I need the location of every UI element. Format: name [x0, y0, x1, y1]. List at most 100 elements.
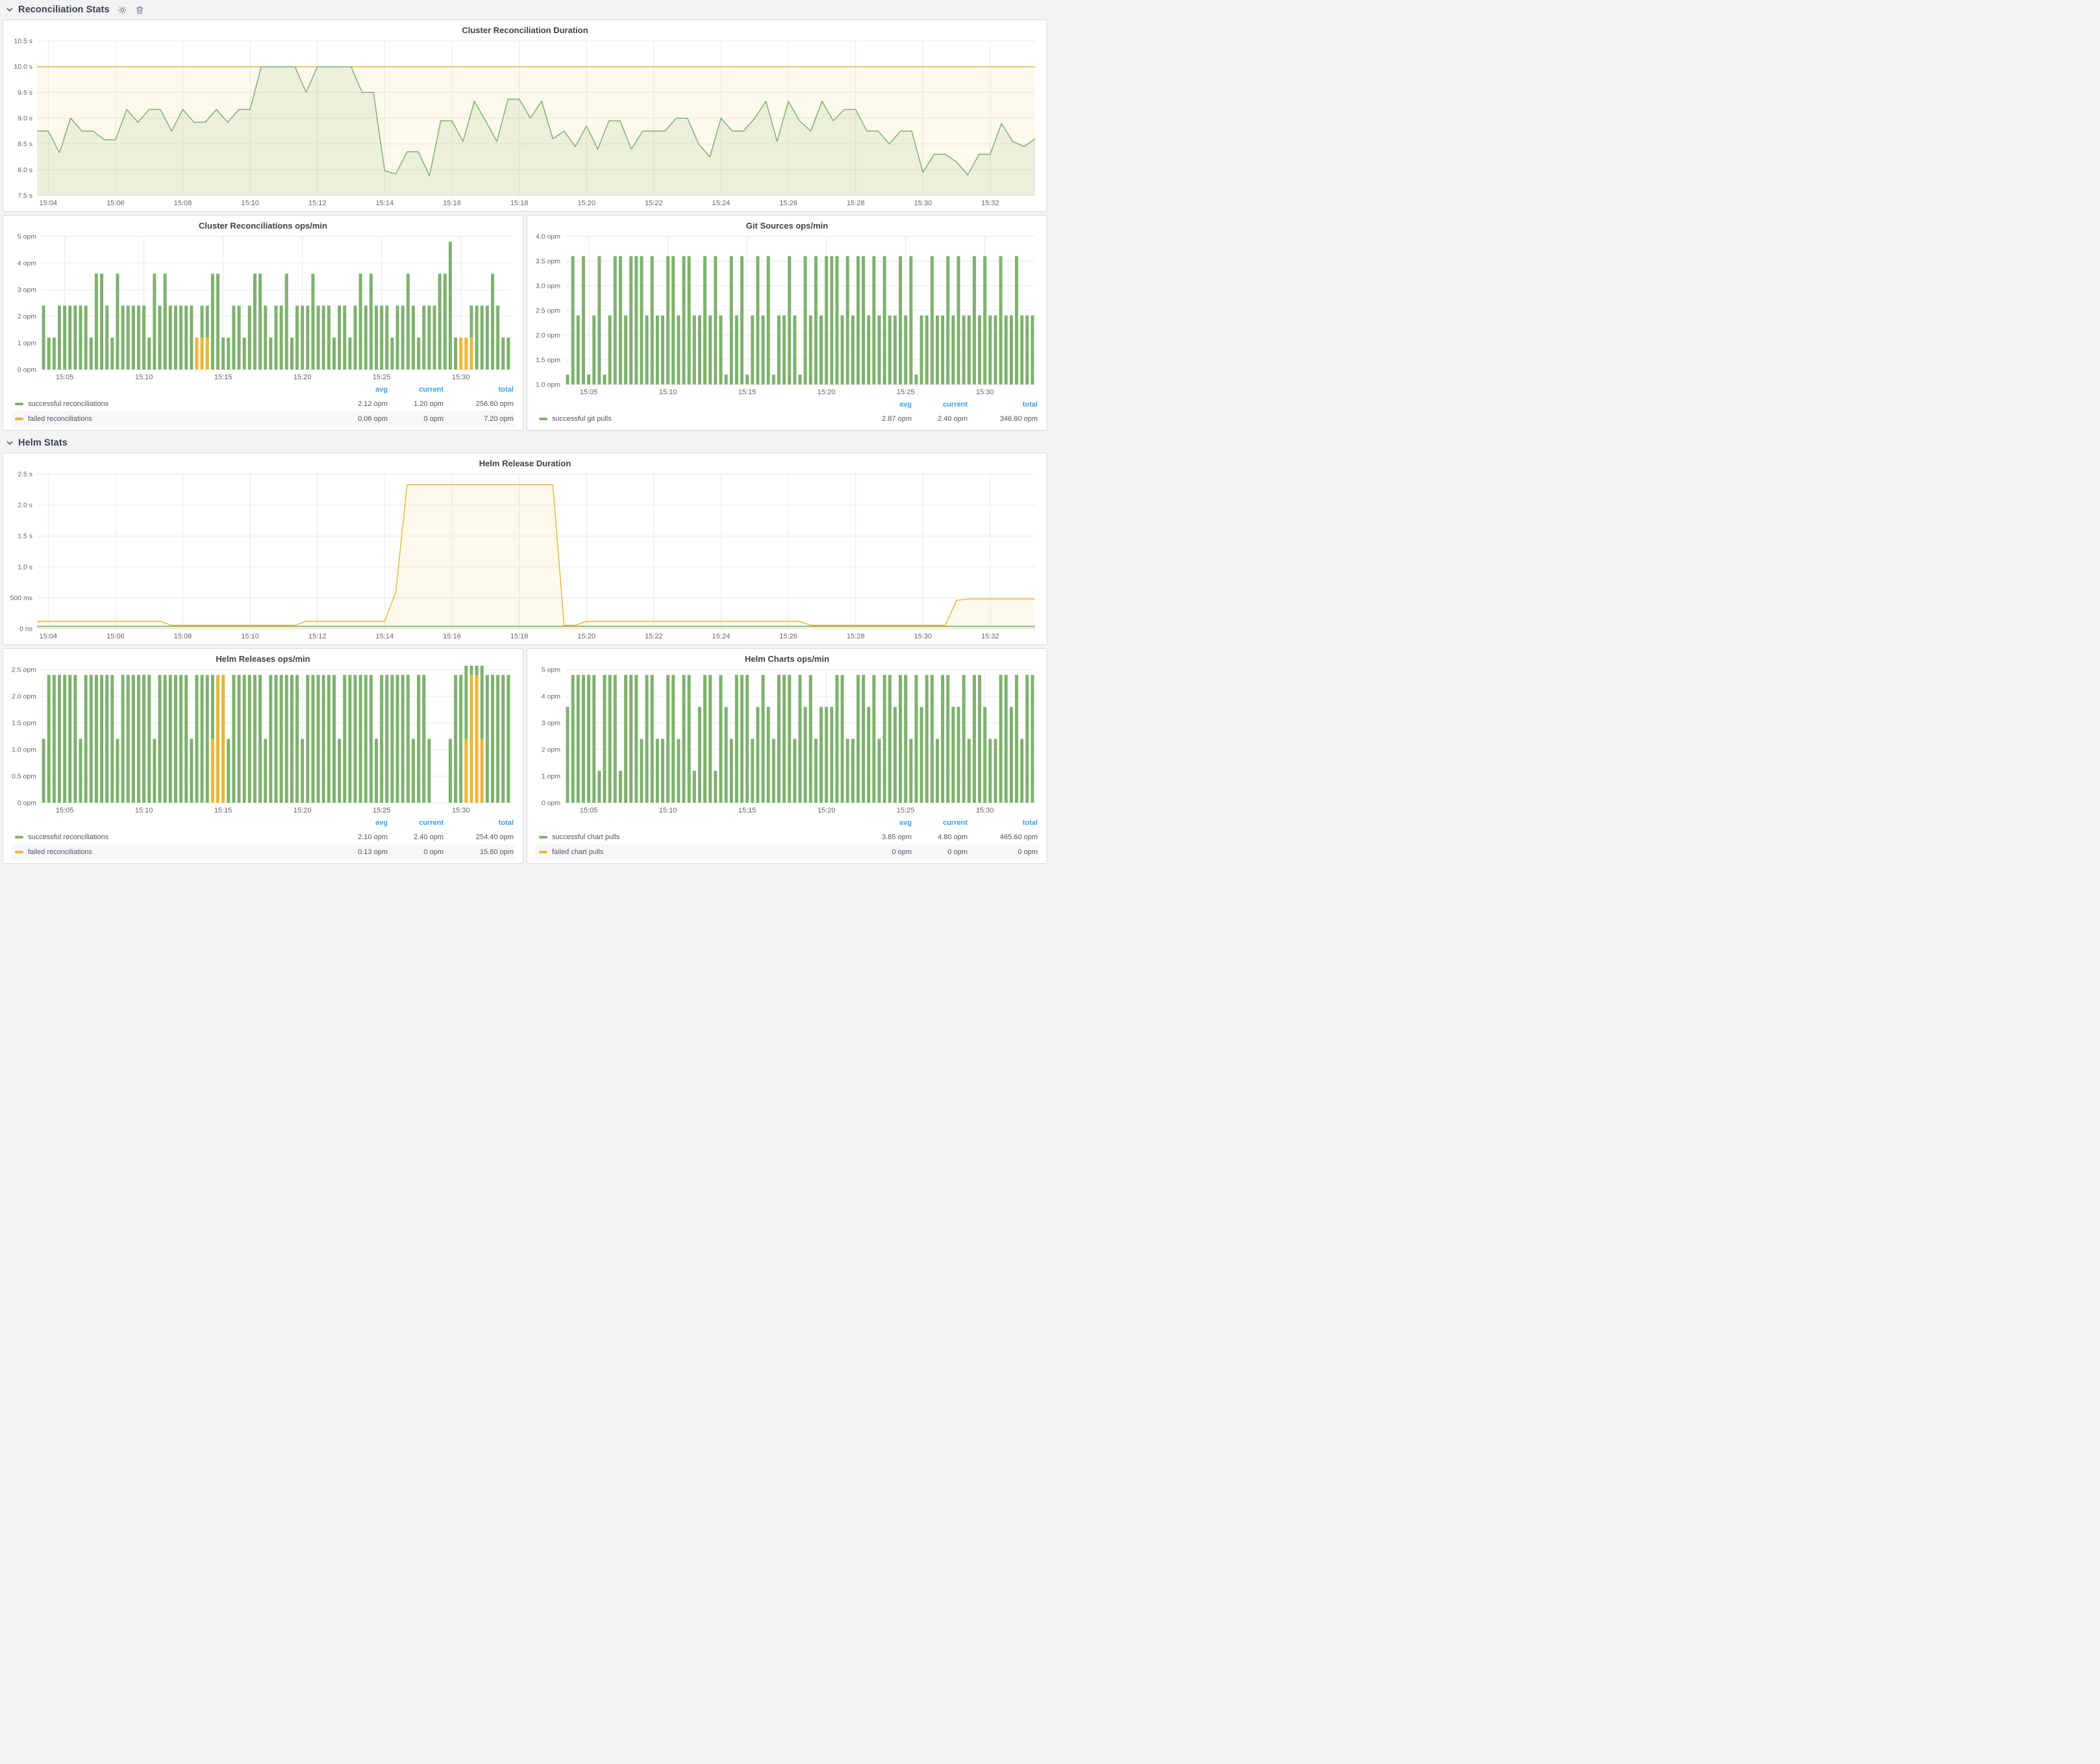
svg-text:1.5 opm: 1.5 opm [536, 357, 560, 364]
legend-value-avg: 3.85 opm [860, 833, 913, 841]
svg-text:3 opm: 3 opm [18, 286, 36, 294]
svg-text:15:10: 15:10 [135, 807, 153, 814]
legend-column-avg[interactable]: avg [860, 819, 913, 827]
svg-text:0 opm: 0 opm [18, 800, 36, 807]
section-header-reconciliation-stats[interactable]: Reconciliation Stats [3, 0, 1047, 19]
panel-helm-charts: Helm Charts ops/min 0 opm1 opm2 opm3 opm… [527, 648, 1047, 864]
legend-column-total[interactable]: total [445, 819, 515, 827]
svg-text:2.5 opm: 2.5 opm [536, 307, 560, 315]
legend-series-toggle[interactable]: failed reconciliations [11, 848, 336, 856]
legend-value-total: 346.80 opm [969, 415, 1039, 423]
cluster-reconciliation-duration-chart[interactable]: 7.5 s8.0 s8.5 s9.0 s9.5 s10.0 s10.5 s15:… [8, 37, 1042, 208]
svg-text:15:20: 15:20 [577, 633, 595, 640]
svg-text:15:05: 15:05 [56, 373, 74, 381]
panel-title[interactable]: Cluster Reconciliations ops/min [8, 220, 518, 233]
svg-text:15:26: 15:26 [779, 633, 797, 640]
legend-column-avg[interactable]: avg [336, 386, 389, 394]
svg-text:15:10: 15:10 [659, 388, 677, 396]
svg-text:15:20: 15:20 [818, 388, 836, 396]
legend-column-current[interactable]: current [389, 819, 445, 827]
legend-column-total[interactable]: total [969, 819, 1039, 827]
svg-text:3.0 opm: 3.0 opm [536, 283, 560, 290]
panel-title[interactable]: Helm Release Duration [8, 457, 1042, 470]
legend-helm-releases: avgcurrenttotal successful reconciliation… [8, 816, 518, 861]
section-header-helm-stats[interactable]: Helm Stats [3, 433, 1047, 453]
legend-value-current: 2.40 opm [389, 833, 445, 841]
legend-column-avg[interactable]: avg [860, 401, 913, 409]
svg-text:1.0 s: 1.0 s [18, 563, 32, 571]
svg-text:5 opm: 5 opm [542, 666, 560, 674]
svg-text:15:20: 15:20 [577, 199, 595, 207]
helm-release-duration-chart[interactable]: 0 ns500 ms1.0 s1.5 s2.0 s2.5 s15:0415:06… [8, 470, 1042, 642]
legend-value-avg: 2.12 opm [336, 400, 389, 408]
legend-value-current: 0 opm [913, 848, 969, 856]
legend-value-total: 465.60 opm [969, 833, 1039, 841]
legend-column-total[interactable]: total [445, 386, 515, 394]
svg-text:4 opm: 4 opm [18, 260, 36, 268]
svg-text:0 opm: 0 opm [542, 800, 560, 807]
legend-value-current: 4.80 opm [913, 833, 969, 841]
legend-header: avgcurrenttotal [535, 398, 1039, 411]
svg-text:15:30: 15:30 [452, 373, 470, 381]
legend-series-name: successful reconciliations [28, 833, 108, 841]
svg-text:15:14: 15:14 [376, 633, 394, 640]
helm-releases-chart[interactable]: 0 opm0.5 opm1.0 opm1.5 opm2.0 opm2.5 opm… [8, 666, 518, 816]
svg-text:4 opm: 4 opm [542, 693, 560, 701]
svg-text:1.0 opm: 1.0 opm [536, 381, 560, 389]
svg-text:15:30: 15:30 [452, 807, 470, 814]
series-color-dash-icon [15, 851, 23, 853]
legend-value-avg: 2.10 opm [336, 833, 389, 841]
legend-series-toggle[interactable]: successful git pulls [535, 415, 860, 423]
svg-text:0 ns: 0 ns [19, 625, 32, 633]
svg-text:10.5 s: 10.5 s [14, 38, 32, 45]
panel-title[interactable]: Cluster Reconciliation Duration [8, 24, 1042, 37]
svg-text:15:14: 15:14 [376, 199, 394, 207]
legend-column-total[interactable]: total [969, 401, 1039, 409]
legend-column-current[interactable]: current [389, 386, 445, 394]
legend-value-current: 2.40 opm [913, 415, 969, 423]
panel-title[interactable]: Helm Charts ops/min [532, 653, 1042, 666]
svg-text:8.5 s: 8.5 s [18, 140, 32, 148]
svg-text:15:26: 15:26 [779, 199, 797, 207]
svg-text:15:20: 15:20 [818, 807, 836, 814]
svg-text:2 opm: 2 opm [18, 313, 36, 321]
legend-series-toggle[interactable]: successful reconciliations [11, 400, 336, 408]
svg-text:0 opm: 0 opm [18, 366, 36, 374]
chevron-down-icon [5, 5, 14, 14]
svg-text:3.5 opm: 3.5 opm [536, 258, 560, 266]
panel-title[interactable]: Git Sources ops/min [532, 220, 1042, 233]
svg-text:15:10: 15:10 [241, 199, 259, 207]
svg-text:15:22: 15:22 [645, 633, 663, 640]
legend-series-name: failed chart pulls [552, 848, 604, 856]
legend-series-toggle[interactable]: failed chart pulls [535, 848, 860, 856]
panel-cluster-reconciliations: Cluster Reconciliations ops/min 0 opm1 o… [3, 215, 523, 431]
panel-cluster-reconciliation-duration: Cluster Reconciliation Duration 7.5 s8.0… [3, 19, 1047, 212]
legend-column-current[interactable]: current [913, 819, 969, 827]
legend-column-current[interactable]: current [913, 401, 969, 409]
legend-series-toggle[interactable]: successful chart pulls [535, 833, 860, 841]
gear-icon[interactable] [118, 5, 127, 15]
cluster-reconciliations-chart[interactable]: 0 opm1 opm2 opm3 opm4 opm5 opm15:0515:10… [8, 233, 518, 383]
svg-text:2.0 opm: 2.0 opm [536, 332, 560, 340]
svg-text:3 opm: 3 opm [542, 720, 560, 727]
legend-series-toggle[interactable]: successful reconciliations [11, 833, 336, 841]
legend-series-toggle[interactable]: failed reconciliations [11, 415, 336, 423]
svg-text:15:06: 15:06 [106, 199, 125, 207]
trash-icon[interactable] [135, 5, 144, 15]
git-sources-chart[interactable]: 1.0 opm 1.5 opm 2.0 opm 2.5 opm 3.0 opm 3.5 o… [532, 233, 1042, 397]
panel-title[interactable]: Helm Releases ops/min [8, 653, 518, 666]
legend-value-avg: 0 opm [860, 848, 913, 856]
legend-row: failed reconciliations0.06 opm0 opm7.20 … [11, 411, 515, 426]
legend-row: successful reconciliations2.12 opm1.20 o… [11, 396, 515, 411]
series-color-dash-icon [539, 851, 547, 853]
svg-text:2.0 opm: 2.0 opm [12, 693, 36, 701]
legend-value-avg: 0.06 opm [336, 415, 389, 423]
svg-text:15:25: 15:25 [373, 807, 391, 814]
svg-text:15:25: 15:25 [373, 373, 391, 381]
helm-charts-chart[interactable]: 0 opm1 opm2 opm3 opm4 opm5 opm15:0515:10… [532, 666, 1042, 816]
legend-value-total: 254.40 opm [445, 833, 515, 841]
svg-text:15:30: 15:30 [976, 388, 994, 396]
legend-column-avg[interactable]: avg [336, 819, 389, 827]
svg-text:1.5 opm: 1.5 opm [12, 720, 36, 727]
svg-text:15:18: 15:18 [510, 199, 529, 207]
